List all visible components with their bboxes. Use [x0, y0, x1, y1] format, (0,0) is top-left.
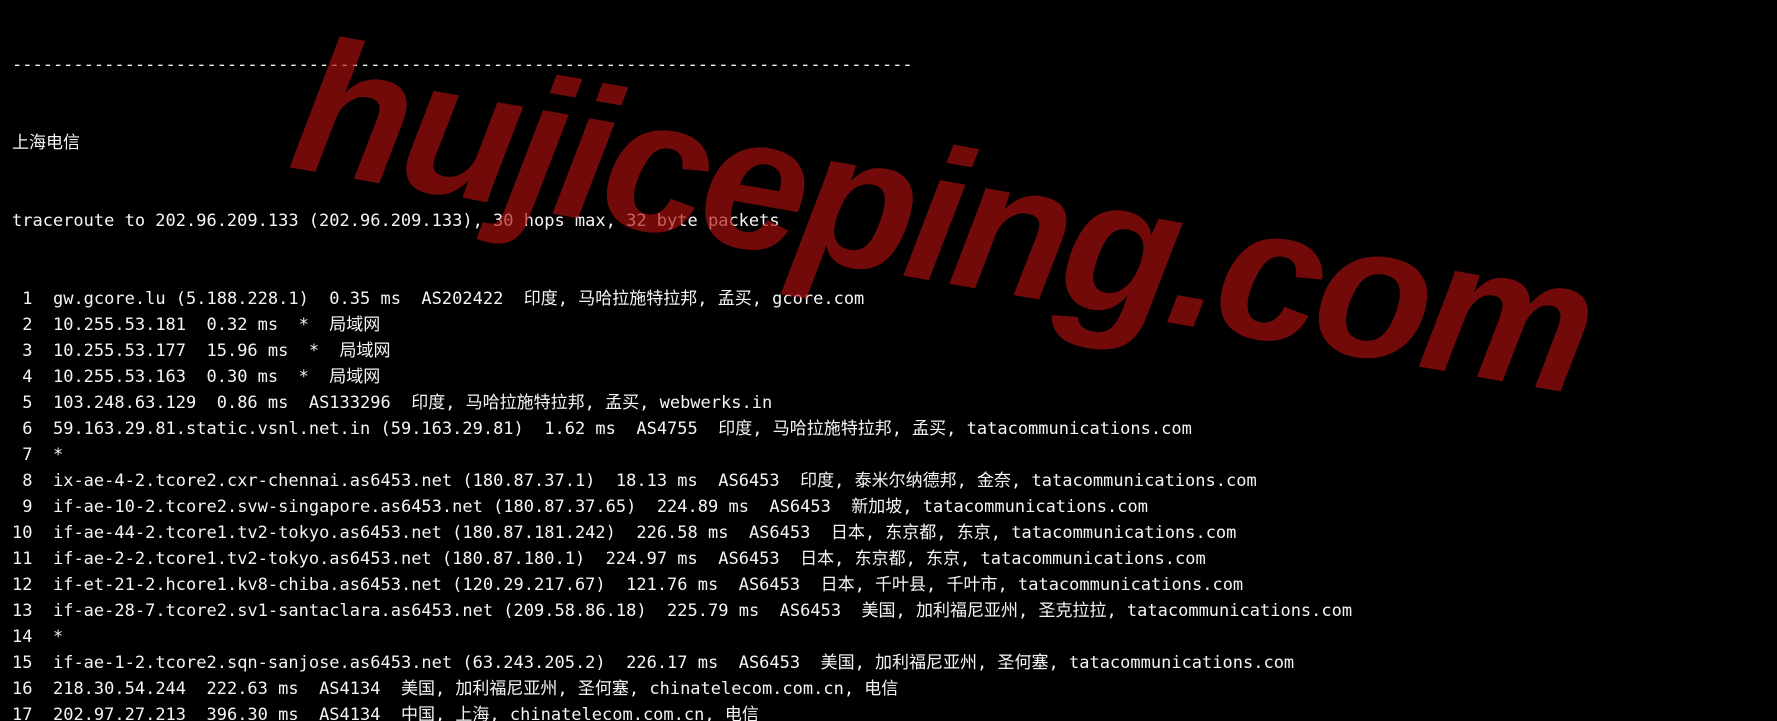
hop-detail: *: [53, 445, 63, 465]
hop-detail: if-ae-1-2.tcore2.sqn-sanjose.as6453.net …: [53, 653, 1294, 673]
hop-detail: if-ae-28-7.tcore2.sv1-santaclara.as6453.…: [53, 601, 1352, 621]
hop-separator: [32, 315, 52, 335]
hop-separator: [32, 549, 52, 569]
hop-separator: [32, 341, 52, 361]
hop-number: 2: [12, 315, 32, 335]
hop-detail: gw.gcore.lu (5.188.228.1) 0.35 ms AS2024…: [53, 289, 864, 309]
hop-separator: [32, 523, 52, 543]
hop-separator: [32, 367, 52, 387]
hop-number: 15: [12, 653, 32, 673]
hop-row: 9 if-ae-10-2.tcore2.svw-singapore.as6453…: [12, 494, 1765, 520]
hop-detail: 202.97.27.213 396.30 ms AS4134 中国, 上海, c…: [53, 705, 759, 721]
hop-number: 12: [12, 575, 32, 595]
hop-row: 14 *: [12, 624, 1765, 650]
hop-separator: [32, 393, 52, 413]
hop-separator: [32, 705, 52, 721]
hop-detail: 10.255.53.163 0.30 ms * 局域网: [53, 367, 380, 387]
hop-number: 16: [12, 679, 32, 699]
hop-separator: [32, 575, 52, 595]
hop-number: 7: [12, 445, 32, 465]
hop-number: 17: [12, 705, 32, 721]
hop-detail: if-ae-2-2.tcore1.tv2-tokyo.as6453.net (1…: [53, 549, 1206, 569]
hop-number: 14: [12, 627, 32, 647]
hop-separator: [32, 445, 52, 465]
hop-row: 2 10.255.53.181 0.32 ms * 局域网: [12, 312, 1765, 338]
hop-detail: 103.248.63.129 0.86 ms AS133296 印度, 马哈拉施…: [53, 393, 772, 413]
hop-detail: if-ae-44-2.tcore1.tv2-tokyo.as6453.net (…: [53, 523, 1236, 543]
hop-separator: [32, 627, 52, 647]
hop-detail: 59.163.29.81.static.vsnl.net.in (59.163.…: [53, 419, 1192, 439]
hop-separator: [32, 497, 52, 517]
terminal-output: ----------------------------------------…: [0, 0, 1777, 721]
hop-number: 11: [12, 549, 32, 569]
hop-number: 6: [12, 419, 32, 439]
hop-row: 15 if-ae-1-2.tcore2.sqn-sanjose.as6453.n…: [12, 650, 1765, 676]
hop-row: 17 202.97.27.213 396.30 ms AS4134 中国, 上海…: [12, 702, 1765, 721]
hop-separator: [32, 289, 52, 309]
hop-row: 13 if-ae-28-7.tcore2.sv1-santaclara.as64…: [12, 598, 1765, 624]
hop-number: 4: [12, 367, 32, 387]
hop-row: 11 if-ae-2-2.tcore1.tv2-tokyo.as6453.net…: [12, 546, 1765, 572]
hop-row: 6 59.163.29.81.static.vsnl.net.in (59.16…: [12, 416, 1765, 442]
hop-row: 4 10.255.53.163 0.30 ms * 局域网: [12, 364, 1765, 390]
hop-row: 12 if-et-21-2.hcore1.kv8-chiba.as6453.ne…: [12, 572, 1765, 598]
hop-list: 1 gw.gcore.lu (5.188.228.1) 0.35 ms AS20…: [12, 286, 1765, 721]
hop-row: 5 103.248.63.129 0.86 ms AS133296 印度, 马哈…: [12, 390, 1765, 416]
hop-detail: 10.255.53.177 15.96 ms * 局域网: [53, 341, 391, 361]
hop-detail: 10.255.53.181 0.32 ms * 局域网: [53, 315, 380, 335]
hop-separator: [32, 471, 52, 491]
hop-number: 5: [12, 393, 32, 413]
hop-number: 13: [12, 601, 32, 621]
hop-row: 16 218.30.54.244 222.63 ms AS4134 美国, 加利…: [12, 676, 1765, 702]
hop-separator: [32, 653, 52, 673]
hop-detail: 218.30.54.244 222.63 ms AS4134 美国, 加利福尼亚…: [53, 679, 898, 699]
hop-detail: if-ae-10-2.tcore2.svw-singapore.as6453.n…: [53, 497, 1148, 517]
hop-number: 3: [12, 341, 32, 361]
hop-row: 8 ix-ae-4-2.tcore2.cxr-chennai.as6453.ne…: [12, 468, 1765, 494]
hop-row: 3 10.255.53.177 15.96 ms * 局域网: [12, 338, 1765, 364]
hop-separator: [32, 679, 52, 699]
hop-number: 9: [12, 497, 32, 517]
hop-number: 8: [12, 471, 32, 491]
hop-row: 10 if-ae-44-2.tcore1.tv2-tokyo.as6453.ne…: [12, 520, 1765, 546]
hop-separator: [32, 601, 52, 621]
hop-row: 7 *: [12, 442, 1765, 468]
hop-number: 1: [12, 289, 32, 309]
hop-detail: *: [53, 627, 63, 647]
hop-detail: if-et-21-2.hcore1.kv8-chiba.as6453.net (…: [53, 575, 1243, 595]
hop-number: 10: [12, 523, 32, 543]
trace-title: 上海电信: [12, 130, 1765, 156]
hop-detail: ix-ae-4-2.tcore2.cxr-chennai.as6453.net …: [53, 471, 1257, 491]
trace-header: traceroute to 202.96.209.133 (202.96.209…: [12, 208, 1765, 234]
divider-line: ----------------------------------------…: [12, 52, 1765, 78]
hop-row: 1 gw.gcore.lu (5.188.228.1) 0.35 ms AS20…: [12, 286, 1765, 312]
hop-separator: [32, 419, 52, 439]
